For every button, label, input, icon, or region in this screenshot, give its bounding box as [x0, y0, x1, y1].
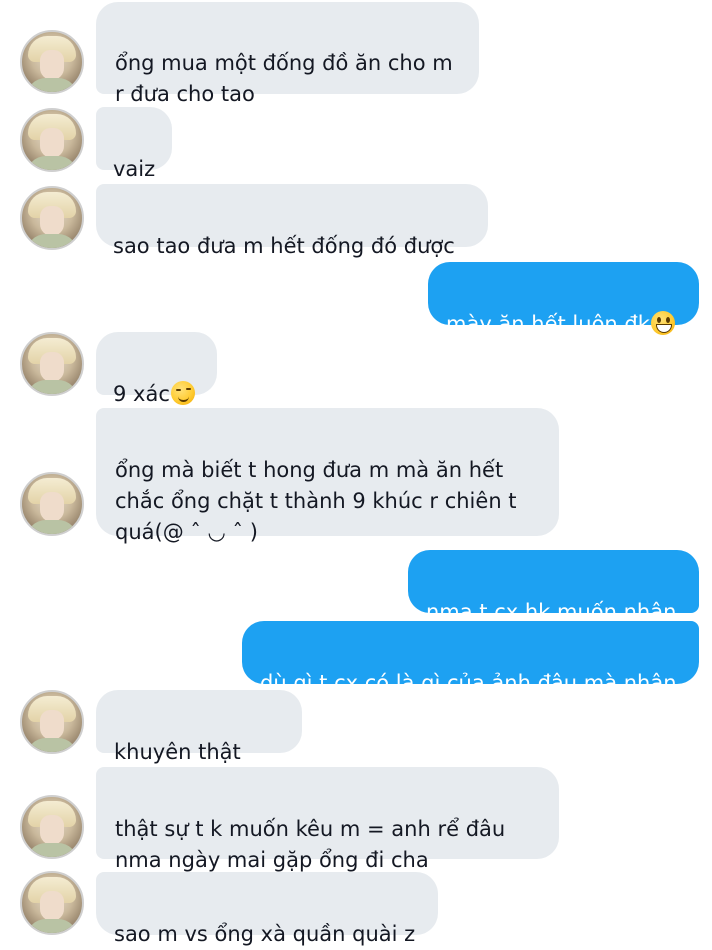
- message-text: ổng mua một đống đồ ăn cho m r đưa cho t…: [115, 51, 453, 106]
- message-bubble[interactable]: vaiz: [96, 107, 172, 181]
- sender-avatar[interactable]: [20, 871, 84, 935]
- message-bubble[interactable]: mày ăn hết luôn đk: [428, 262, 699, 336]
- grinning-face-emoji: [650, 311, 675, 335]
- sender-avatar[interactable]: [20, 108, 84, 172]
- message-text: dù gì t cx có là gì của ảnh đâu mà nhận: [260, 671, 677, 695]
- message-text: 9 xác: [113, 382, 170, 406]
- message-bubble[interactable]: thật sự t k muốn kêu m = anh rể đâu nma …: [96, 767, 559, 872]
- sender-avatar[interactable]: [20, 332, 84, 396]
- message-text: vaiz: [113, 157, 156, 181]
- sender-avatar[interactable]: [20, 30, 84, 94]
- message-bubble[interactable]: ổng mua một đống đồ ăn cho m r đưa cho t…: [96, 2, 479, 106]
- message-text: ổng mà biết t hong đưa m mà ăn hết chắc …: [115, 458, 517, 544]
- message-bubble[interactable]: nma t cx hk muốn nhận: [408, 550, 699, 624]
- winking-face-emoji: [170, 381, 195, 405]
- message-text: thật sự t k muốn kêu m = anh rể đâu nma …: [115, 817, 506, 872]
- message-bubble[interactable]: sao m vs ổng xà quần quài z: [96, 872, 438, 946]
- message-bubble[interactable]: ổng mà biết t hong đưa m mà ăn hết chắc …: [96, 408, 559, 544]
- message-text: sao m vs ổng xà quần quài z: [114, 922, 416, 946]
- message-bubble[interactable]: sao tao đưa m hết đống đó được: [96, 184, 488, 258]
- message-bubble[interactable]: khuyên thật nhé: [96, 690, 302, 795]
- message-bubble[interactable]: 9 xác: [96, 332, 217, 406]
- sender-avatar[interactable]: [20, 795, 84, 859]
- message-text: sao tao đưa m hết đống đó được: [113, 234, 455, 258]
- sender-avatar[interactable]: [20, 690, 84, 754]
- sender-avatar[interactable]: [20, 472, 84, 536]
- sender-avatar[interactable]: [20, 186, 84, 250]
- message-bubble[interactable]: dù gì t cx có là gì của ảnh đâu mà nhận: [242, 621, 699, 695]
- message-text: mày ăn hết luôn đk: [446, 312, 650, 336]
